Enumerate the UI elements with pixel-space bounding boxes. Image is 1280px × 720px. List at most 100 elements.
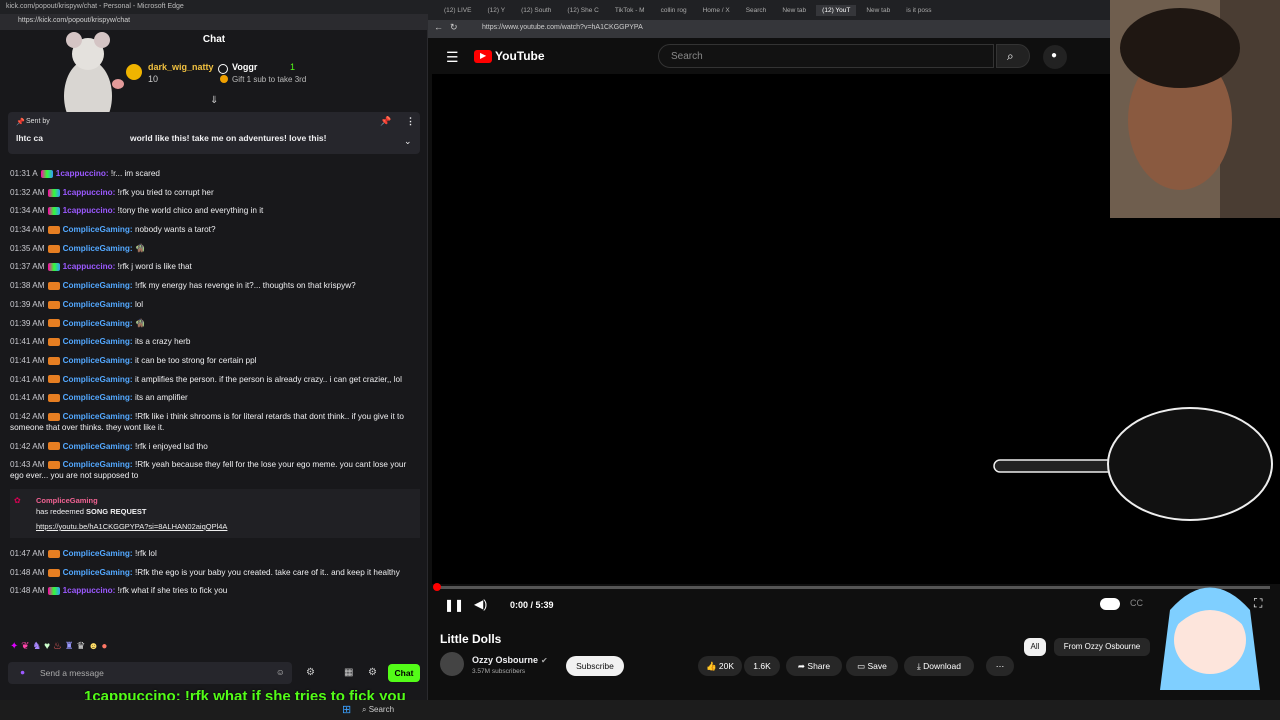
volume-icon[interactable]: ◀) xyxy=(474,597,487,611)
progress-bar[interactable] xyxy=(436,586,1270,589)
search-button[interactable]: ⌕ xyxy=(996,44,1030,68)
message-username[interactable]: 1cappuccino: xyxy=(63,586,118,595)
youtube-logo-icon[interactable]: ▶ xyxy=(474,50,492,63)
browser-tab[interactable]: New tab xyxy=(860,5,896,16)
more-options-icon[interactable]: ⋮ xyxy=(406,116,415,127)
taskbar-search[interactable]: ⌕ Search xyxy=(362,705,394,715)
message-username[interactable]: CompliceGaming: xyxy=(63,319,135,328)
send-chat-button[interactable]: Chat xyxy=(388,664,420,682)
message-username[interactable]: CompliceGaming: xyxy=(63,393,135,402)
heart-emote-icon[interactable]: ♥ xyxy=(44,641,50,652)
back-icon[interactable]: ← xyxy=(434,22,443,32)
message-username[interactable]: CompliceGaming: xyxy=(63,460,135,469)
microphone-icon: ● xyxy=(1051,50,1058,61)
gear-icon[interactable]: ⚙ xyxy=(368,667,377,678)
browser-tab[interactable]: (12) She C xyxy=(561,5,604,16)
channel-name[interactable]: Ozzy Osbourne xyxy=(472,655,538,665)
browser-tab[interactable]: Home / X xyxy=(697,5,736,16)
download-button[interactable]: ⤓ Download xyxy=(904,656,974,676)
chat-input-placeholder: Send a message xyxy=(40,668,104,678)
message-username[interactable]: CompliceGaming: xyxy=(63,244,135,253)
message-username[interactable]: 1cappuccino: xyxy=(63,262,118,271)
gifter-name[interactable]: dark_wig_natty xyxy=(148,62,214,72)
chat-message-list[interactable]: 01:31 A 1cappuccino: !r... im scared 01:32… xyxy=(10,168,420,632)
emote-icon[interactable]: ♨ xyxy=(53,641,62,652)
more-actions-button[interactable]: ⋯ xyxy=(986,656,1014,676)
message-username[interactable]: CompliceGaming: xyxy=(63,549,135,558)
message-timestamp: 01:42 AM xyxy=(10,441,45,451)
youtube-wordmark[interactable]: YouTube xyxy=(495,49,545,63)
message-username[interactable]: 1cappuccino: xyxy=(63,206,118,215)
message-timestamp: 01:34 AM xyxy=(10,206,45,216)
gift-cta[interactable]: Gift 1 sub to take 3rd xyxy=(232,75,306,84)
pause-button[interactable]: ❚❚ xyxy=(444,598,464,612)
emote-bar[interactable]: ✦ ❦ ♞ ♥ ♨ ♜ ♛ ☻ ● xyxy=(10,641,200,655)
like-button[interactable]: 👍 20K xyxy=(698,656,742,676)
message-username[interactable]: CompliceGaming: xyxy=(63,300,135,309)
captions-icon[interactable]: CC xyxy=(1130,598,1143,608)
progress-scrubber[interactable] xyxy=(433,583,441,591)
message-username[interactable]: CompliceGaming: xyxy=(63,356,135,365)
redeem-user[interactable]: CompliceGaming xyxy=(36,495,420,506)
message-username[interactable]: CompliceGaming: xyxy=(63,442,135,451)
redeem-icon: ✿ xyxy=(14,496,21,505)
emote-icon[interactable]: ♞ xyxy=(32,641,41,652)
emote-icon[interactable]: ❦ xyxy=(21,641,29,652)
message-timestamp: 01:48 AM xyxy=(10,567,45,577)
message-username[interactable]: CompliceGaming: xyxy=(63,412,135,421)
reload-icon[interactable]: ↻ xyxy=(450,22,458,33)
browser-tab[interactable]: collin rog xyxy=(655,5,693,16)
channel-avatar[interactable] xyxy=(440,652,464,676)
calendar-icon[interactable]: ▦ xyxy=(344,667,353,678)
emote-icon[interactable]: ♛ xyxy=(76,641,85,652)
voice-search-button[interactable]: ● xyxy=(1043,45,1067,69)
expand-gifters-icon[interactable]: ⇓ xyxy=(210,95,218,106)
pin-toggle-icon[interactable]: 📌 xyxy=(380,116,391,127)
emote-icon[interactable]: ☻ xyxy=(88,641,99,652)
emote-icon[interactable]: ● xyxy=(101,641,107,652)
browser-tab[interactable]: (12) Y xyxy=(481,5,511,16)
windows-taskbar[interactable]: ⊞ ⌕ Search xyxy=(0,700,1280,720)
autoplay-toggle[interactable] xyxy=(1100,598,1120,610)
browser-tab[interactable]: (12) South xyxy=(515,5,557,16)
message-timestamp: 01:42 AM xyxy=(10,411,45,421)
windows-start-icon[interactable]: ⊞ xyxy=(342,703,351,716)
bookmark-icon: ▭ xyxy=(857,661,866,671)
chat-message: 01:32 AM 1cappuccino: !rfk you tried to c… xyxy=(10,187,420,198)
user-badge-icon xyxy=(47,319,60,328)
message-username[interactable]: CompliceGaming: xyxy=(63,281,135,290)
chip-all[interactable]: All xyxy=(1024,638,1046,656)
message-username[interactable]: CompliceGaming: xyxy=(63,375,135,384)
pin-icon: 📌 xyxy=(16,119,25,126)
share-button[interactable]: ➦ Share xyxy=(786,656,842,676)
browser-tab[interactable]: New tab xyxy=(776,5,812,16)
secondary-count: 1.6K xyxy=(753,661,771,671)
message-timestamp: 01:41 AM xyxy=(10,393,45,403)
message-username[interactable]: 1cappuccino: xyxy=(63,188,118,197)
chip-from-channel[interactable]: From Ozzy Osbourne xyxy=(1054,638,1150,656)
redeem-link[interactable]: https://youtu.be/hA1CKGGPYPA?si=8ALHAN02… xyxy=(36,521,420,532)
message-username[interactable]: CompliceGaming: xyxy=(63,568,135,577)
subscribe-button[interactable]: Subscribe xyxy=(566,656,624,676)
emote-icon[interactable]: ♜ xyxy=(65,641,74,652)
secondary-count-button[interactable]: 1.6K xyxy=(744,656,780,676)
chevron-down-icon[interactable]: ⌄ xyxy=(404,136,412,147)
browser-tab[interactable]: (12) LIVE xyxy=(438,5,477,16)
search-input[interactable]: Search xyxy=(658,44,994,68)
browser-tab[interactable]: Search xyxy=(740,5,773,16)
browser-tab[interactable]: is it poss xyxy=(900,5,937,16)
message-text: !rfk you tried to corrupt her xyxy=(117,187,214,197)
message-username[interactable]: CompliceGaming: xyxy=(63,337,135,346)
video-title: Little Dolls xyxy=(440,632,502,646)
browser-tab[interactable]: (12) YouT xyxy=(816,4,857,16)
settings-icon[interactable]: ⚙ xyxy=(306,667,315,678)
emote-icon[interactable]: ✦ xyxy=(10,641,18,652)
hamburger-menu-icon[interactable]: ☰ xyxy=(446,49,459,66)
browser-tab[interactable]: TikTok - M xyxy=(609,5,651,16)
message-username[interactable]: CompliceGaming: xyxy=(63,225,135,234)
message-username[interactable]: 1cappuccino: xyxy=(56,169,111,178)
chat-message-input[interactable]: ● Send a message ☺ xyxy=(8,662,292,684)
save-button[interactable]: ▭ Save xyxy=(846,656,898,676)
emoji-icon[interactable]: ☺ xyxy=(276,667,285,677)
gift-user-name[interactable]: Voggr xyxy=(232,62,257,72)
